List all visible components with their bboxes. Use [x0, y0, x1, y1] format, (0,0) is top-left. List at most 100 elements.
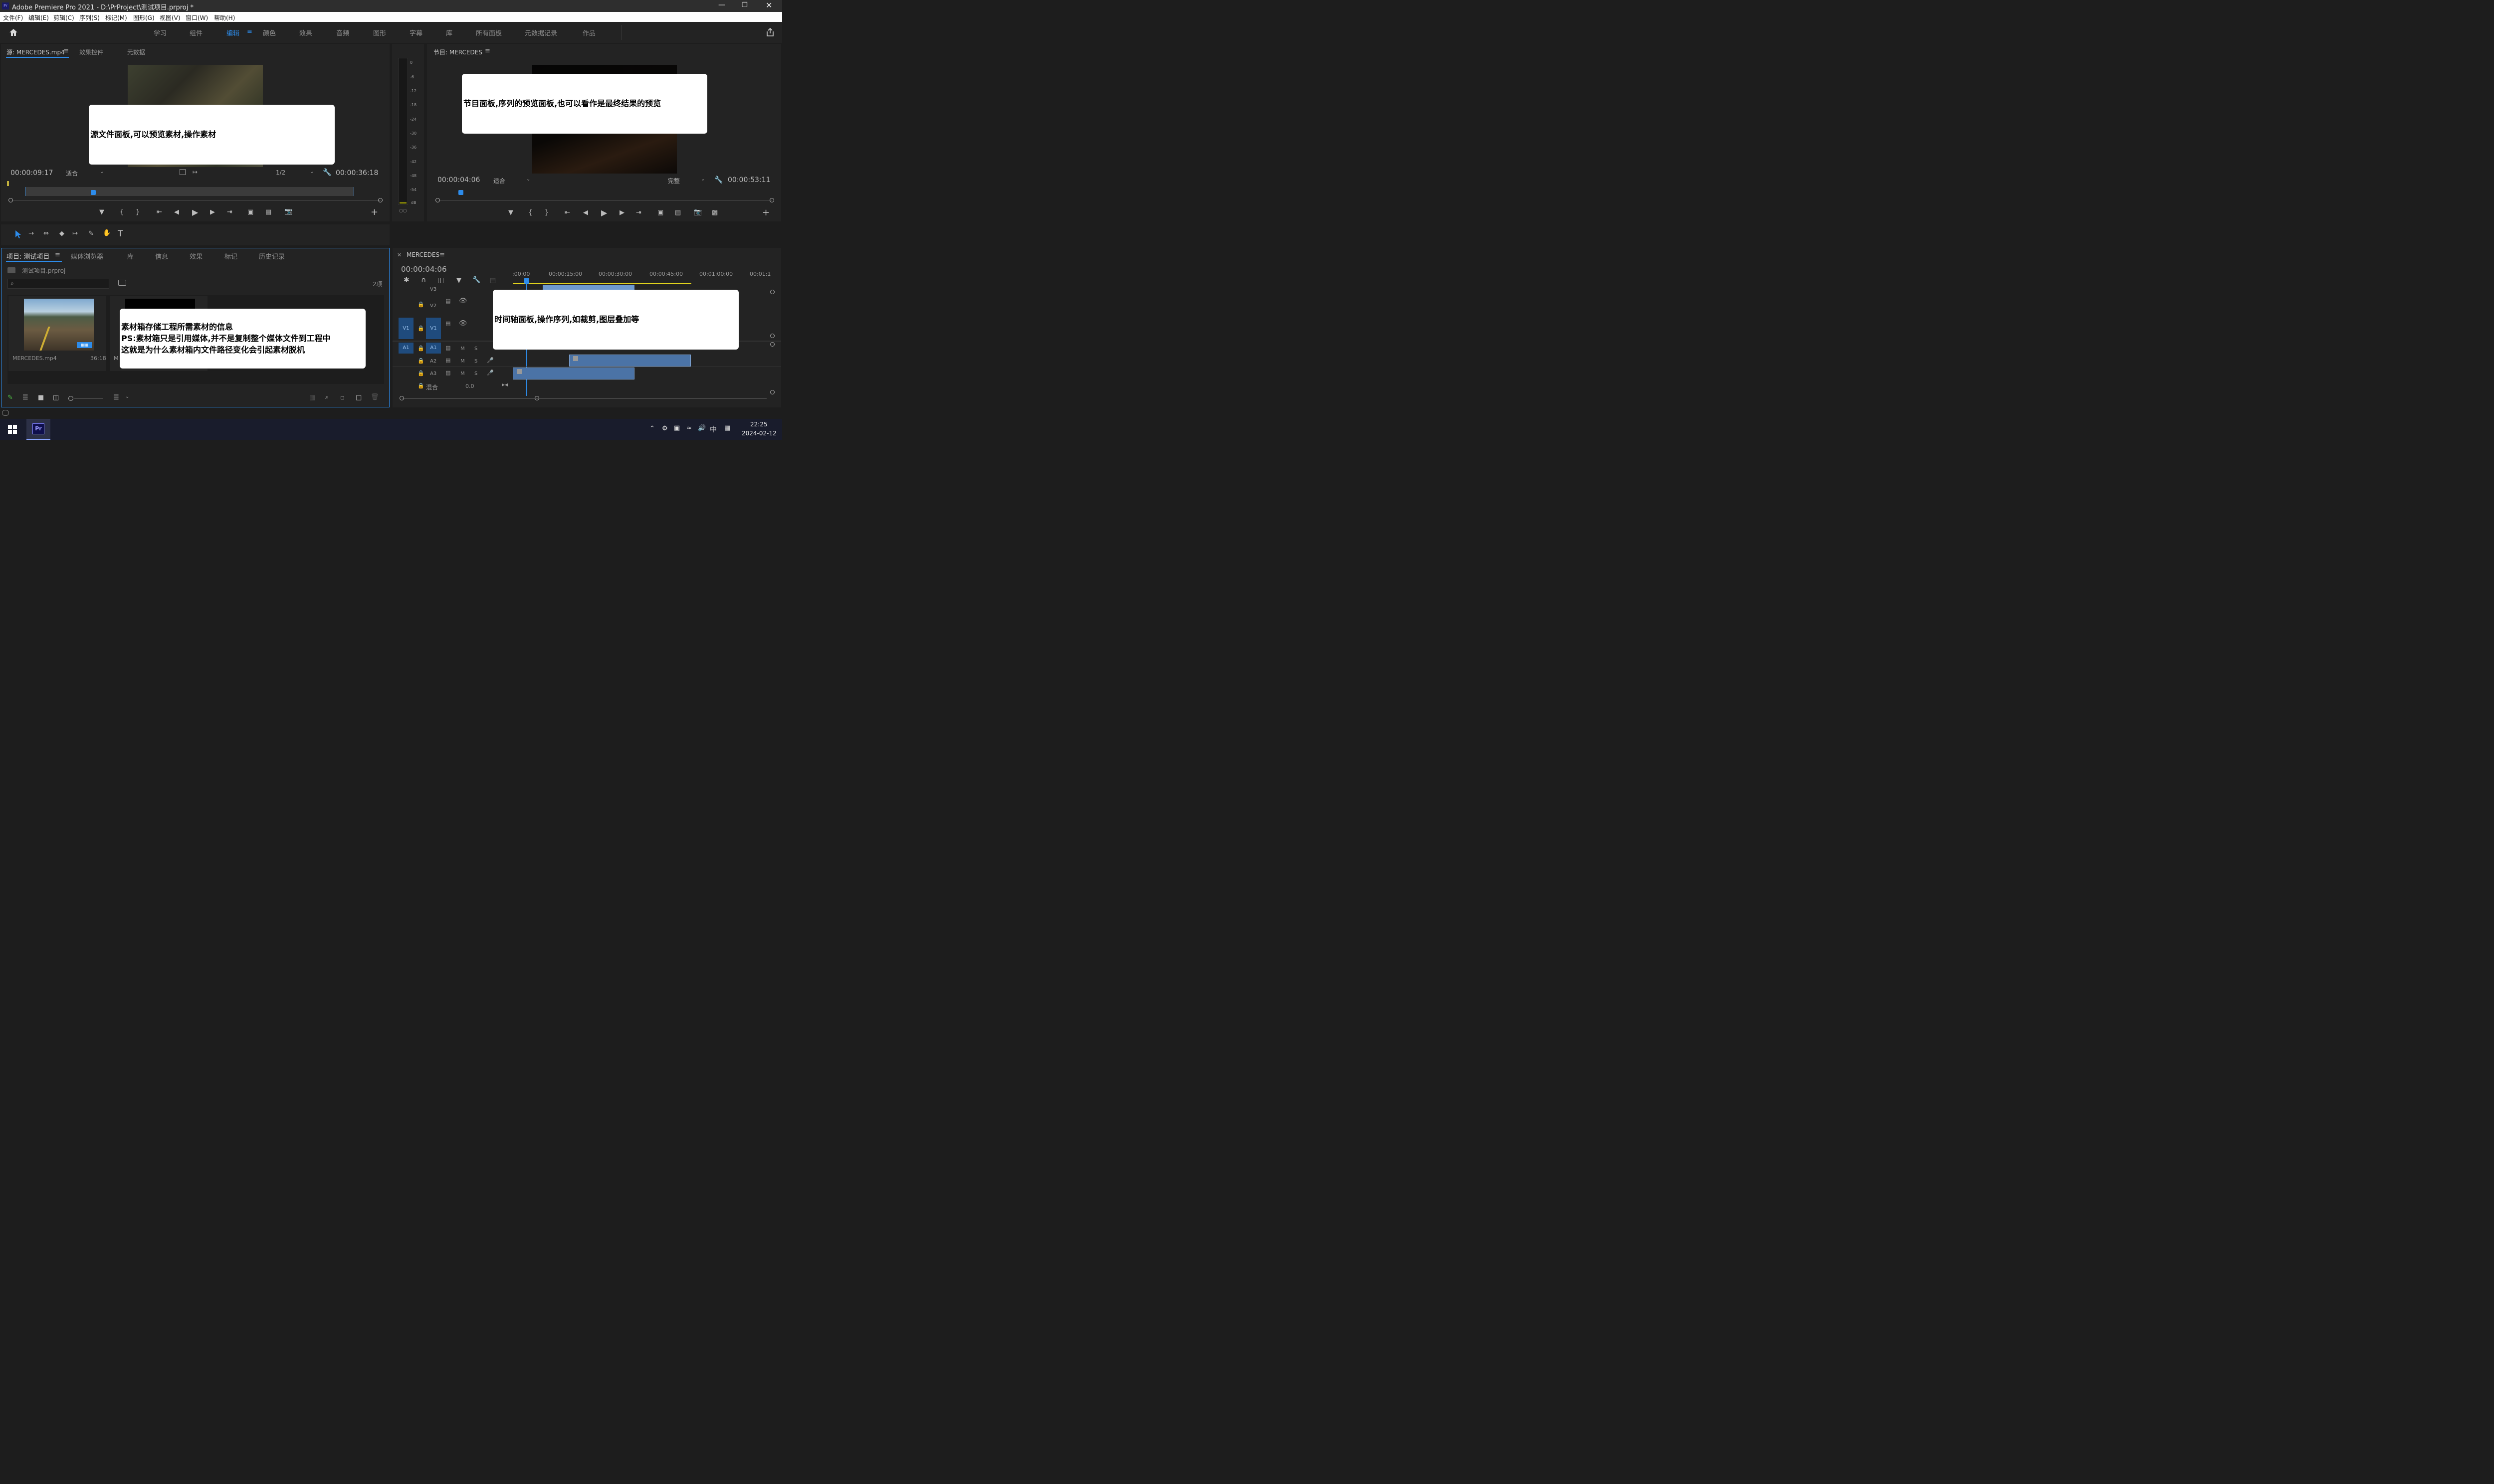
tab-history[interactable]: 历史记录: [259, 251, 285, 261]
source-fit-chevron-icon[interactable]: ⌄: [100, 169, 104, 175]
zoom-slider-track[interactable]: [74, 398, 103, 399]
timeline-v-scroll-handle[interactable]: [770, 290, 775, 294]
clock-date[interactable]: 2024-02-12: [742, 430, 777, 437]
source-timecode[interactable]: 00:00:09:17: [10, 169, 53, 177]
insert-icon[interactable]: ▣: [247, 208, 253, 216]
program-export-frame-icon[interactable]: 📷: [694, 208, 702, 216]
timeline-h-scroll-left-handle[interactable]: [400, 396, 404, 400]
menu-view[interactable]: 视图(V): [160, 13, 181, 22]
menu-sequence[interactable]: 序列(S): [79, 13, 100, 22]
menu-graphics[interactable]: 图形(G): [133, 13, 155, 22]
tab-info[interactable]: 信息: [155, 251, 168, 261]
comparison-view-icon[interactable]: ▩: [712, 209, 718, 216]
workspace-libraries[interactable]: 库: [446, 28, 452, 37]
v2-sync-icon[interactable]: ▤: [445, 298, 450, 304]
source-zoom-handle-right[interactable]: [378, 198, 383, 202]
v2-lock-icon[interactable]: 🔒: [417, 301, 424, 308]
timeline-v-scroll-handle[interactable]: [770, 334, 775, 338]
a2-solo-button[interactable]: S: [474, 359, 477, 364]
windows-start-icon[interactable]: [8, 425, 17, 436]
captions-icon[interactable]: ▤: [490, 277, 496, 284]
a2-lock-icon[interactable]: 🔒: [417, 358, 424, 364]
program-quality-select[interactable]: 完整: [668, 177, 680, 185]
v1-sync-icon[interactable]: ▤: [445, 320, 450, 327]
tab-effect-controls[interactable]: 效果控件: [79, 48, 103, 56]
timeline-h-scroll-right-handle[interactable]: [535, 396, 539, 400]
timeline-close-icon[interactable]: ✕: [397, 252, 402, 258]
a1-target-patch[interactable]: A1: [426, 343, 441, 354]
timeline-marker-icon[interactable]: ▼: [456, 277, 461, 284]
workspace-metadata[interactable]: 元数据记录: [525, 28, 557, 37]
workspace-audio[interactable]: 音频: [336, 28, 349, 37]
step-back-icon[interactable]: ◀: [174, 208, 179, 216]
lift-icon[interactable]: ▣: [657, 209, 663, 216]
workspace-effects[interactable]: 效果: [299, 28, 312, 37]
steam-icon[interactable]: ⚙: [662, 425, 668, 432]
v1-target-patch[interactable]: V1: [426, 318, 441, 339]
menu-clip[interactable]: 剪辑(C): [53, 13, 74, 22]
a1-lock-icon[interactable]: 🔒: [417, 345, 424, 352]
a2-mute-button[interactable]: M: [460, 359, 465, 364]
program-settings-wrench-icon[interactable]: 🔧: [714, 176, 723, 184]
program-go-to-out-icon[interactable]: ⇥: [636, 209, 641, 216]
program-quality-chevron-icon[interactable]: ⌄: [701, 177, 705, 182]
a1-sync-icon[interactable]: ▤: [445, 345, 450, 351]
selection-tool-icon[interactable]: [14, 230, 22, 241]
workspace-edit[interactable]: 编辑: [226, 28, 239, 37]
linked-selection-icon[interactable]: ◫: [437, 276, 444, 284]
find-icon[interactable]: ⌕: [325, 393, 329, 401]
timeline-h-scrollbar[interactable]: [403, 398, 767, 399]
tab-program[interactable]: 节目: MERCEDES: [433, 48, 482, 56]
mix-value[interactable]: 0.0: [465, 383, 474, 389]
a1-mute-button[interactable]: M: [460, 346, 465, 352]
snap-icon[interactable]: ∩: [421, 276, 426, 284]
workspace-captions[interactable]: 字幕: [410, 28, 422, 37]
program-step-forward-icon[interactable]: ▶: [620, 209, 624, 216]
timeline-timecode[interactable]: 00:00:04:06: [401, 265, 447, 274]
workspace-learn[interactable]: 学习: [154, 28, 167, 37]
button-editor-plus-icon[interactable]: +: [371, 207, 378, 217]
a1-source-patch[interactable]: A1: [399, 343, 414, 354]
razor-tool-icon[interactable]: ◆: [59, 230, 64, 237]
program-button-editor-plus-icon[interactable]: +: [762, 207, 770, 218]
timeline-v-scroll-handle[interactable]: [770, 390, 775, 394]
tab-markers[interactable]: 标记: [224, 251, 237, 261]
sort-icon[interactable]: ☰: [113, 394, 119, 401]
program-go-to-in-icon[interactable]: ⇤: [565, 209, 570, 216]
audio-clip-a2[interactable]: [569, 355, 691, 367]
source-zoom-handle-left[interactable]: [8, 198, 13, 202]
home-icon[interactable]: [8, 27, 18, 37]
program-play-icon[interactable]: ▶: [601, 208, 607, 217]
menu-marker[interactable]: 标记(M): [105, 13, 127, 22]
list-view-icon[interactable]: ☰: [22, 394, 28, 401]
menu-edit[interactable]: 编辑(E): [28, 13, 49, 22]
a3-lock-icon[interactable]: 🔒: [417, 370, 424, 376]
program-menu-icon[interactable]: ≡: [485, 47, 490, 55]
play-icon[interactable]: ▶: [192, 207, 198, 217]
menu-window[interactable]: 窗口(W): [186, 13, 208, 22]
program-zoom-handle-right[interactable]: [770, 198, 774, 202]
a3-mute-button[interactable]: M: [460, 371, 465, 376]
pen-tool-icon[interactable]: ✎: [88, 230, 94, 237]
ime-language[interactable]: 中: [710, 424, 717, 434]
source-menu-icon[interactable]: ≡: [63, 47, 69, 55]
clear-icon[interactable]: 🗑: [371, 393, 379, 401]
source-fit-select[interactable]: 适合: [66, 169, 78, 178]
overwrite-icon[interactable]: ▤: [265, 208, 271, 216]
sort-chevron-icon[interactable]: ⌄: [125, 394, 129, 399]
go-to-in-icon[interactable]: ⇤: [157, 208, 162, 216]
nest-icon[interactable]: ✱: [404, 276, 410, 284]
audio-clip-a3[interactable]: [513, 368, 634, 379]
tab-timeline[interactable]: MERCEDES: [407, 251, 439, 258]
source-settings-wrench-icon[interactable]: 🔧: [323, 169, 331, 177]
project-search-input[interactable]: ⌕: [7, 279, 109, 289]
restore-icon[interactable]: ❐: [742, 1, 748, 9]
extract-icon[interactable]: ▤: [675, 209, 681, 216]
a3-voiceover-icon[interactable]: 🎤: [487, 370, 494, 376]
track-select-tool-icon[interactable]: ⇢: [28, 230, 34, 237]
workspace-all-panels[interactable]: 所有面板: [476, 28, 502, 37]
v2-eye-icon[interactable]: 👁: [459, 297, 467, 305]
timeline-menu-icon[interactable]: ≡: [439, 251, 445, 259]
mix-lock-icon[interactable]: 🔒: [417, 382, 424, 389]
tab-project[interactable]: 项目: 测试项目: [6, 251, 50, 261]
